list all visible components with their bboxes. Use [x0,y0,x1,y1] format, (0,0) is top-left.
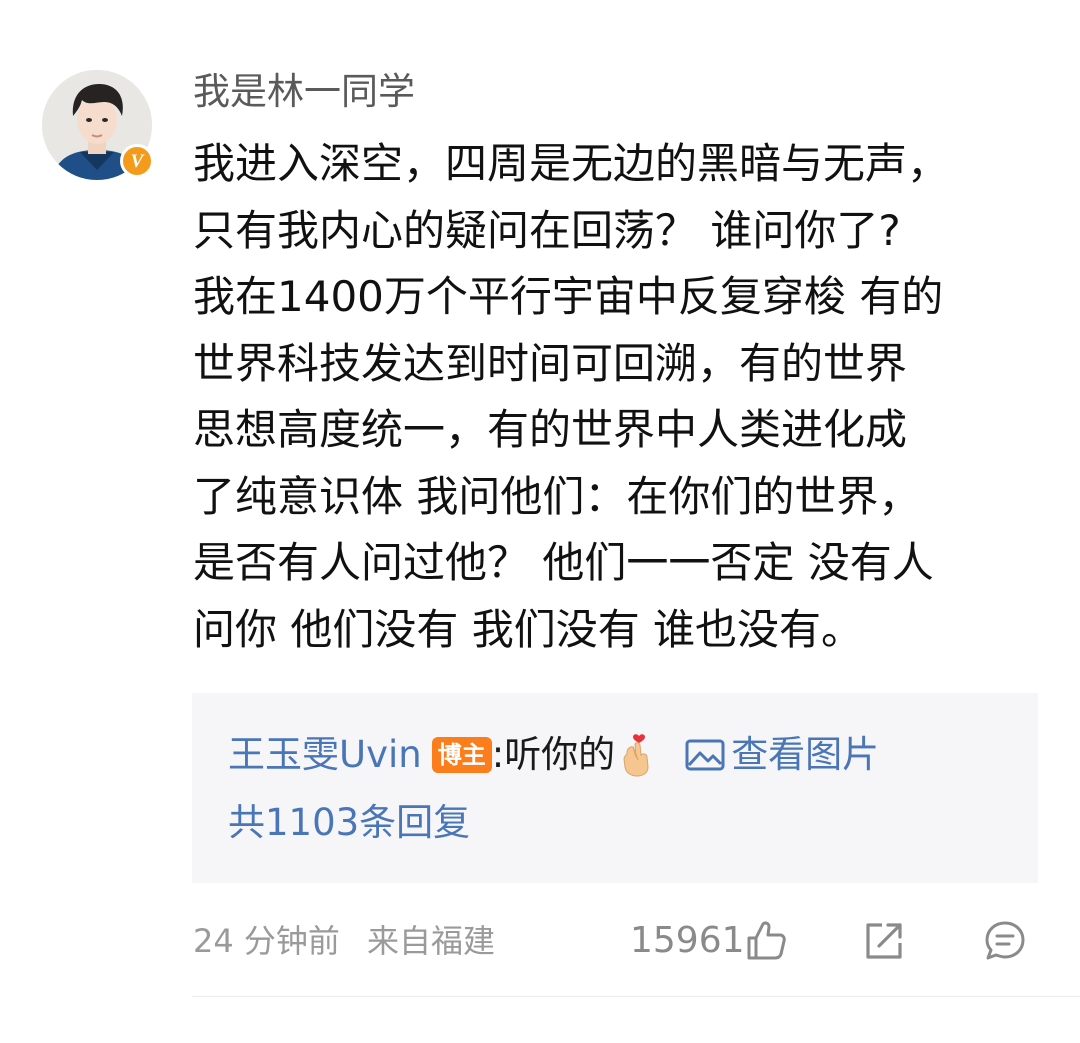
view-images-label: 查看图片 [731,733,880,776]
view-images-link[interactable]: 查看图片 [685,729,879,781]
total-replies-link[interactable]: 共1103条回复 [228,797,470,849]
share-icon[interactable] [862,919,906,963]
comment-line: 我在1400万个平行宇宙中反复穿梭 有的 [193,272,944,321]
reply-author[interactable]: 王玉雯Uvin [228,729,422,781]
comment-line: 世界科技发达到时间可回溯，有的世界 [193,338,908,388]
comment-line: 问你 他们没有 我们没有 谁也没有。 [193,604,864,654]
comment-text: 我进入深空，四周是无边的黑暗与无声， 只有我内心的疑问在回荡？ 谁问你了? 我在… [193,131,1063,663]
blogger-tag: 博主 [431,737,492,773]
comment-time: 24 分钟前 [193,922,340,960]
reply-row: 王玉雯Uvin 博主 : 听你的 查看图片 [228,729,879,781]
comment-username[interactable]: 我是林一同学 [193,68,415,116]
like-count: 15961 [630,920,745,961]
reply-colon: : [491,733,505,776]
reply-text: 听你的 [504,733,616,776]
comment-line: 思想高度统一，有的世界中人类进化成 [193,405,908,454]
avatar[interactable]: V [42,70,154,180]
comment-line: 了纯意识体 我问他们：在你们的世界， [193,471,921,521]
reply-preview[interactable]: 王玉雯Uvin 博主 : 听你的 查看图片 共1103条回复 [192,693,1038,883]
thumbs-up-icon[interactable] [744,919,788,963]
comment-line: 我进入深空，四周是无边的黑暗与无声， [193,139,950,188]
image-icon [685,739,725,771]
divider [192,996,1080,997]
finger-heart-hand-icon [623,734,649,777]
comment-line: 只有我内心的疑问在回荡？ 谁问你了? [193,205,901,255]
comment-line: 是否有人问过他？ 他们一一否定 没有人 [193,538,934,587]
comment-location: 来自福建 [367,922,496,960]
comment-icon[interactable] [983,919,1027,963]
verified-badge: V [120,144,154,178]
